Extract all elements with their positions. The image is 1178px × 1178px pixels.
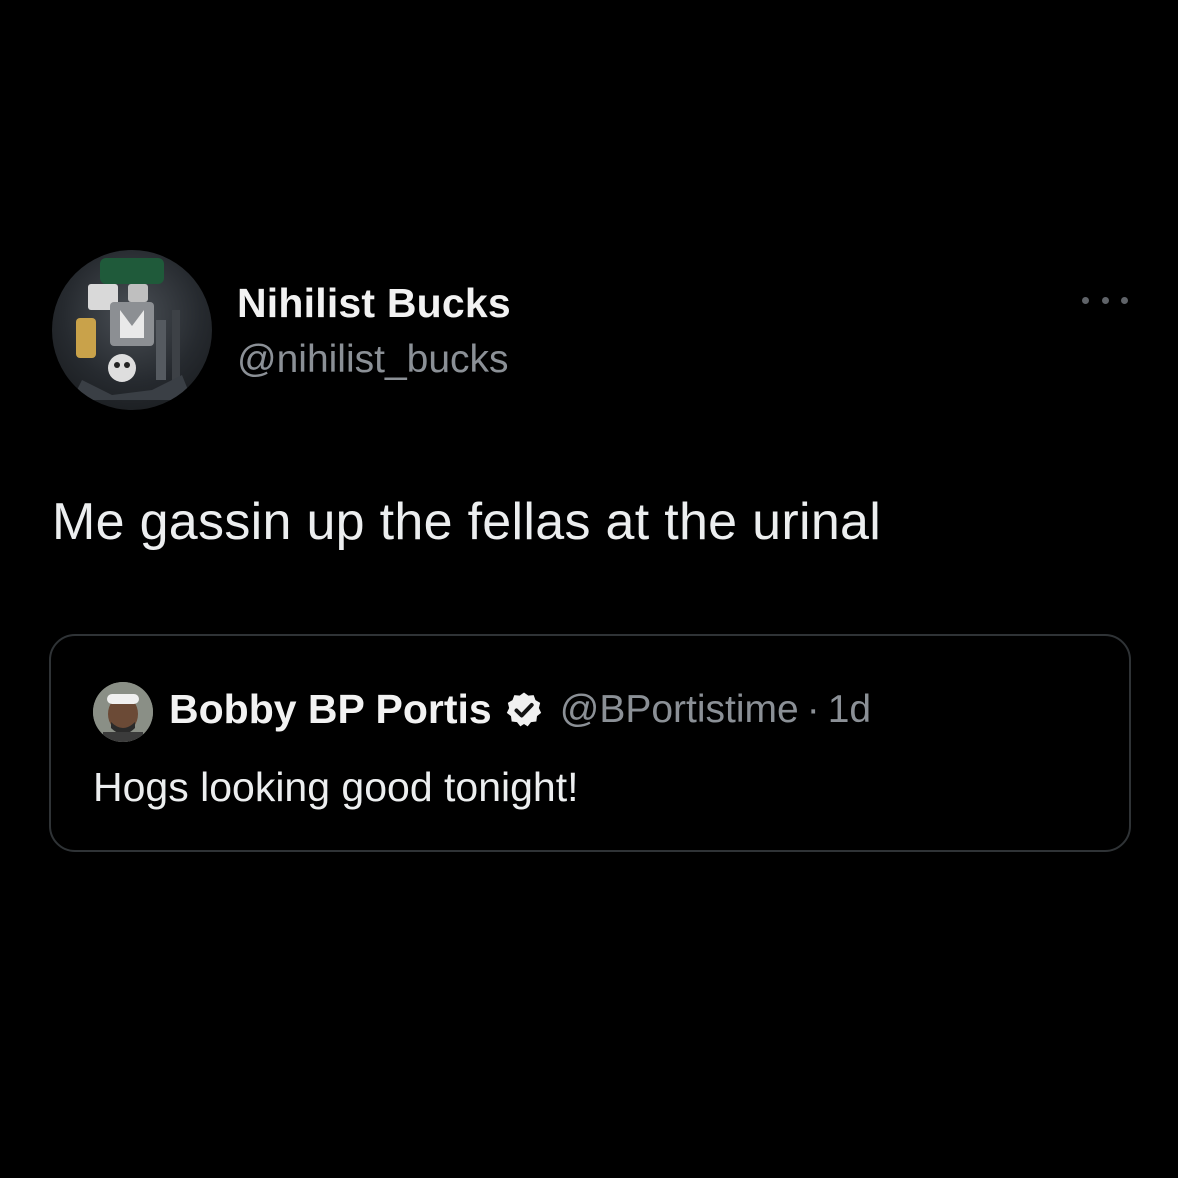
tweet: Nihilist Bucks @nihilist_bucks Me gassin… bbox=[0, 0, 1178, 1178]
quoted-tweet-time[interactable]: 1d bbox=[828, 688, 871, 732]
more-dot bbox=[1082, 296, 1089, 304]
header-separator: · bbox=[806, 687, 820, 731]
author-avatar-image bbox=[72, 258, 192, 400]
more-dot bbox=[1101, 296, 1109, 304]
quoted-author-avatar[interactable] bbox=[93, 682, 153, 742]
quoted-author-name[interactable]: Bobby BP Portis bbox=[169, 686, 492, 733]
tweet-text: Me gassin up the fellas at the urinal bbox=[52, 493, 882, 551]
more-dot bbox=[1121, 296, 1128, 304]
quoted-author-handle[interactable]: @BPortistime bbox=[560, 688, 799, 732]
quoted-tweet-text: Hogs looking good tonight! bbox=[93, 764, 579, 810]
author-name[interactable]: Nihilist Bucks bbox=[237, 280, 511, 327]
verified-badge-icon bbox=[506, 692, 541, 726]
quoted-tweet-card[interactable]: Bobby BP Portis @BPortistime · 1d Hogs l… bbox=[49, 634, 1131, 852]
more-horizontal-icon[interactable] bbox=[1082, 290, 1128, 310]
quoted-tweet-header: Bobby BP Portis @BPortistime · 1d bbox=[169, 686, 871, 733]
author-handle[interactable]: @nihilist_bucks bbox=[237, 338, 509, 382]
quoted-avatar-image bbox=[93, 682, 153, 742]
author-avatar[interactable] bbox=[52, 250, 212, 410]
